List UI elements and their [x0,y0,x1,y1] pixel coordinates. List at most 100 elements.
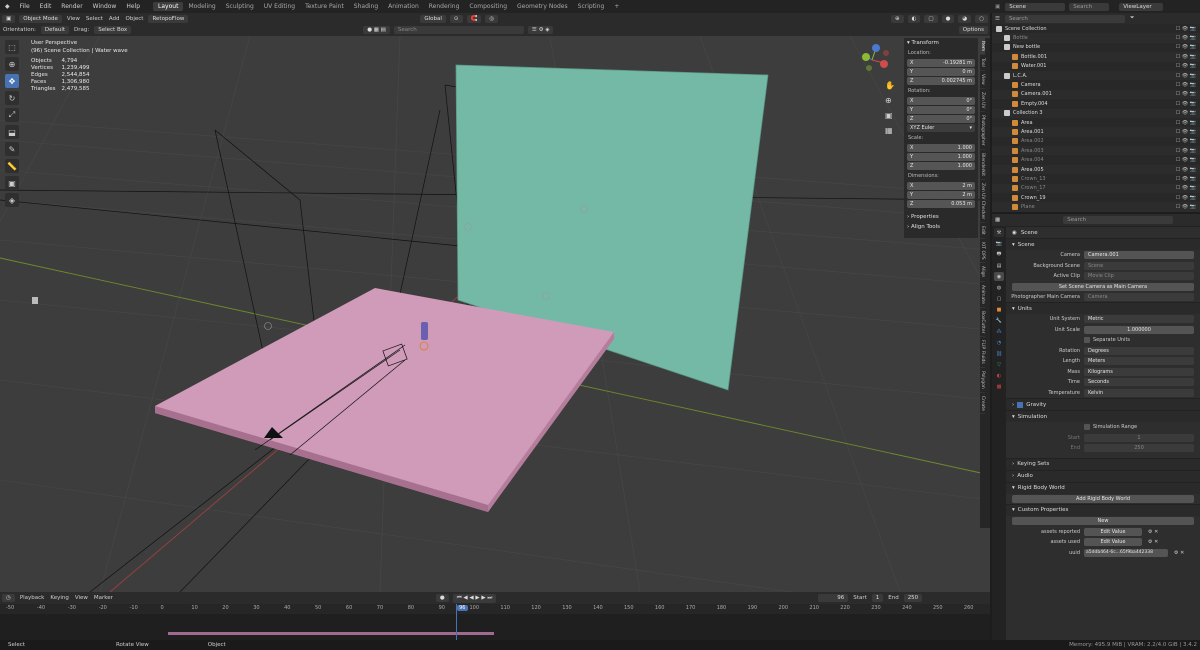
extra-icons[interactable]: ☰ ⚙ ◈ [527,26,554,34]
sidebar-tab-blenderkit[interactable]: Blenderkit [980,150,985,180]
mode-selector[interactable]: Object Mode [19,14,62,23]
object-tab-icon[interactable]: ■ [994,305,1004,314]
viewport-menu-add[interactable]: Add [109,16,120,22]
particles-tab-icon[interactable]: ⁂ [994,327,1004,336]
texture-tab-icon[interactable]: ▩ [994,382,1004,391]
viewport-menu-object[interactable]: Object [126,16,144,22]
custom-properties-panel[interactable]: ▾ Custom Properties [1006,503,1200,516]
menu-item-render[interactable]: Render [56,3,87,10]
rot-y-field[interactable]: Y 0° [907,106,975,114]
sidebar-tab-view[interactable]: View [980,71,985,89]
outliner-row[interactable]: Empty.004 ☐ 👁 📷 [992,99,1200,108]
loc-y-field[interactable]: Y 0 m [907,68,975,76]
scale-tool-icon[interactable]: ⤢ [5,108,19,122]
overlay-toggle[interactable]: ◐ [907,14,921,23]
outliner-row[interactable]: Area.004 ☐ 👁 📷 [992,155,1200,164]
audio-panel[interactable]: › Audio [1006,469,1200,482]
outliner-row[interactable]: Area.002 ☐ 👁 📷 [992,137,1200,146]
visibility-toggles[interactable]: ☐ 👁 📷 [1176,195,1200,201]
transform-orientation[interactable]: Global [420,14,446,23]
sidebar-tab-zen-uv-checker[interactable]: Zen UV Checker [980,180,985,224]
uuid-field[interactable]: a5ddb464-6c...65f9ba442338 [1084,548,1168,557]
length-unit-select[interactable]: Meters [1084,357,1194,366]
tab-sculpting[interactable]: Sculpting [221,2,259,11]
sidebar-tab-polygon[interactable]: Polygon [980,368,985,393]
annotate-tool-icon[interactable]: ✎ [5,142,19,156]
timeline-menu-view[interactable]: View [75,595,88,601]
menu-item-edit[interactable]: Edit [35,3,57,10]
image-empty-object[interactable] [32,297,38,304]
sidebar-tab-photographer[interactable]: Photographer [980,112,985,150]
visibility-toggles[interactable]: ☐ 👁 📷 [1176,73,1200,79]
sidebar-tab-zen-uv[interactable]: Zen UV [980,89,985,113]
move-tool-icon[interactable]: ✥ [5,74,19,88]
outliner-row[interactable]: Camera.001 ☐ 👁 📷 [992,89,1200,100]
outliner-row[interactable]: Bottle ☐ 👁 📷 [992,33,1200,43]
sidebar-tab-kit-ops[interactable]: KIT OPS [980,239,985,264]
visibility-toggles[interactable]: ☐ 👁 📷 [1176,101,1200,107]
timeline-keyframes[interactable] [0,604,990,640]
align-tools-section[interactable]: › Align Tools [904,222,978,232]
photographer-camera-field[interactable]: Camera [1084,292,1194,301]
tab-shading[interactable]: Shading [349,2,383,11]
physics-tab-icon[interactable]: ◔ [994,338,1004,347]
properties-editor-icon[interactable]: ▦ [995,217,1000,223]
filter-icon[interactable]: ⏷ [1130,15,1134,22]
drag-selector[interactable]: Select Box [94,26,132,34]
outliner-row[interactable]: Camera ☐ 👁 📷 [992,80,1200,89]
visibility-toggles[interactable]: ☐ 👁 📷 [1176,54,1200,60]
units-panel[interactable]: ▾ Units [1006,302,1200,314]
output-tab-icon[interactable]: 🖶 [994,250,1004,259]
sidebar-tab-edit[interactable]: Edit [980,223,985,239]
record-button[interactable]: ● [435,594,449,602]
dim-x-field[interactable]: X 2 m [907,182,975,190]
outliner-row[interactable]: Scene Collection ☐ 👁 📷 [992,24,1200,33]
visibility-toggles[interactable]: ☐ 👁 📷 [1176,185,1200,191]
shading-material[interactable]: ◕ [958,14,972,23]
properties-section[interactable]: › Properties [904,212,978,222]
add-rigid-body-world-button[interactable]: Add Rigid Body World [1012,494,1194,503]
outliner-row[interactable]: Area.003 ☐ 👁 📷 [992,146,1200,156]
edit-value-button-1[interactable]: Edit Value [1084,527,1142,536]
tab-texture-paint[interactable]: Texture Paint [300,2,349,11]
collection-tab-icon[interactable]: ▢ [994,294,1004,303]
viewport-search[interactable]: Search [393,26,524,34]
sim-start-field[interactable]: 1 [1084,433,1194,442]
rot-x-field[interactable]: X 0° [907,97,975,105]
add-workspace-button[interactable]: + [609,2,624,11]
timeline-ruler[interactable]: -50 -40 -30 -20 -10 0 10 20 30 40 50 60 70 80 90 96 100 1… [0,604,990,614]
visibility-toggles[interactable]: ☐ 👁 📷 [1176,44,1200,50]
simulation-panel[interactable]: ▾ Simulation [1006,410,1200,422]
loc-x-field[interactable]: X -0.19281 m [907,59,975,67]
menu-item-help[interactable]: Help [121,3,145,10]
sidebar-tab-boxcutter[interactable]: BoxCutter [980,308,985,338]
tab-uv-editing[interactable]: UV Editing [259,2,300,11]
gravity-panel[interactable]: › Gravity [1006,398,1200,410]
transform-tool-icon[interactable]: ⬓ [5,125,19,139]
gravity-checkbox[interactable] [1017,401,1024,408]
editor-type-button[interactable]: ▣ [2,14,16,23]
scene-panel[interactable]: ▾ Scene [1006,238,1200,250]
visibility-toggles[interactable]: ☐ 👁 📷 [1176,63,1200,69]
visibility-toggles[interactable]: ☐ 👁 📷 [1176,157,1200,163]
visibility-toggles[interactable]: ☐ 👁 📷 [1176,91,1200,97]
view-layer-tab-icon[interactable]: ▤ [994,261,1004,270]
3d-viewport[interactable]: ✋ ⊕ ▣ ▦ [0,36,990,592]
rotation-mode-select[interactable]: XYZ Euler ▾ [907,124,975,132]
constraints-tab-icon[interactable]: ⛓ [994,349,1004,358]
outliner-row[interactable]: Area.001 ☐ 👁 📷 [992,127,1200,137]
timeline-menu-marker[interactable]: Marker [94,595,113,601]
sidebar-tab-tool[interactable]: Tool [980,55,985,71]
temperature-unit-select[interactable]: Kelvin [1084,388,1194,397]
viewport-nav-buttons[interactable]: ✋ ⊕ ▣ ▦ [885,80,895,135]
time-unit-select[interactable]: Seconds [1084,378,1194,387]
unit-system-select[interactable]: Metric [1084,315,1194,324]
xray-toggle[interactable]: ▢ [924,14,938,23]
tool-tab-icon[interactable]: ⚒ [994,228,1004,237]
rot-z-field[interactable]: Z 0° [907,115,975,123]
gear-icon[interactable]: ⚙ ✕ [1174,550,1184,556]
separate-units-checkbox[interactable] [1084,337,1090,344]
orientation-selector[interactable]: Default [40,26,70,34]
outliner-row[interactable]: Area ☐ 👁 📷 [992,118,1200,127]
loc-z-field[interactable]: Z 0.002745 m [907,77,975,85]
